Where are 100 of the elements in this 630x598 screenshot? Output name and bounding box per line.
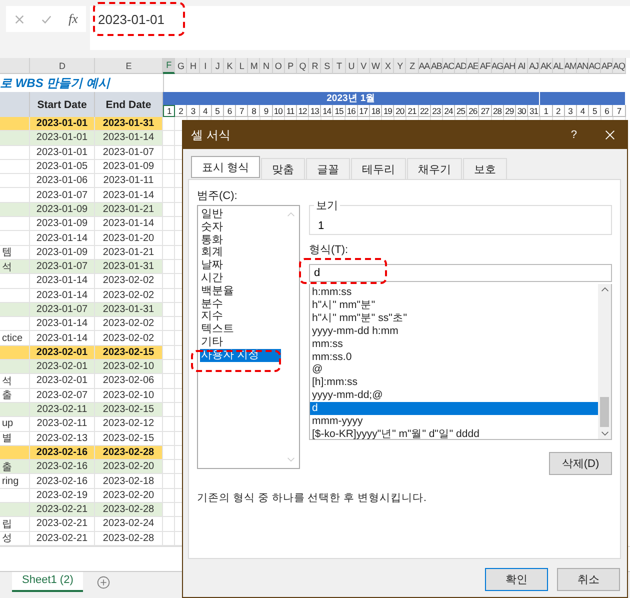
day-cell: 22 xyxy=(418,105,431,117)
column-header[interactable]: AI xyxy=(516,58,528,74)
check-icon[interactable] xyxy=(41,14,52,24)
list-item[interactable]: h"시" mm"분" ss"초" xyxy=(310,312,598,325)
column-header[interactable]: R xyxy=(309,58,322,74)
list-item[interactable]: mm:ss.0 xyxy=(310,350,598,364)
list-item[interactable]: yyyy-mm-dd;@ xyxy=(310,389,598,402)
column-header[interactable]: N xyxy=(260,58,273,74)
column-header[interactable]: Y xyxy=(394,58,406,74)
scroll-down-icon[interactable] xyxy=(600,431,608,436)
cancel-icon[interactable] xyxy=(14,14,26,24)
column-header[interactable]: G xyxy=(175,58,188,74)
list-item[interactable]: mm:ss xyxy=(310,338,598,351)
column-header[interactable]: AB xyxy=(430,58,443,74)
day-cell: 23 xyxy=(430,105,443,117)
insert-function-button[interactable]: fx xyxy=(68,11,78,27)
tab[interactable]: 표시 형식 xyxy=(191,156,260,178)
day-cell: 31 xyxy=(528,105,540,117)
month-header: 2023년 1월 xyxy=(163,92,540,105)
scroll-up-icon[interactable] xyxy=(600,287,608,292)
column-header[interactable]: Q xyxy=(296,58,310,74)
column-header[interactable]: AL xyxy=(552,58,565,74)
list-item[interactable]: 회계 xyxy=(200,246,281,260)
list-item[interactable]: 시간 xyxy=(200,272,281,285)
add-sheet-icon[interactable] xyxy=(97,576,110,589)
list-item[interactable]: h"시" mm"분" xyxy=(310,298,598,312)
column-header[interactable] xyxy=(0,58,30,74)
formula-input[interactable]: 2023-01-01 xyxy=(90,6,630,50)
column-header[interactable]: L xyxy=(236,58,248,74)
format-input[interactable]: d xyxy=(309,264,612,282)
column-header[interactable]: AO xyxy=(589,58,602,74)
table-cell: 2023-02-28 xyxy=(95,503,163,518)
column-header[interactable]: K xyxy=(224,58,236,74)
column-header[interactable]: U xyxy=(346,58,358,74)
tab[interactable]: 채우기 xyxy=(407,158,462,179)
column-header[interactable]: F xyxy=(163,58,176,74)
day-cell: 14 xyxy=(321,105,334,117)
list-item[interactable]: 일반 xyxy=(200,208,281,221)
column-header[interactable]: O xyxy=(272,58,285,74)
tab[interactable]: 테두리 xyxy=(351,158,406,179)
list-item[interactable]: @ xyxy=(310,363,598,376)
list-item[interactable]: 날짜 xyxy=(200,259,281,272)
table-cell: ctice xyxy=(0,331,30,346)
table-cell: 2023-02-12 xyxy=(95,417,163,432)
list-item[interactable]: yyyy-mm-dd h:mm xyxy=(310,324,598,338)
column-header[interactable]: AC xyxy=(442,58,456,74)
list-item[interactable]: [$-ko-KR]yyyy"년" m"월" d"일" dddd xyxy=(310,428,598,441)
list-item[interactable]: mmm-yyyy xyxy=(310,415,598,428)
column-header[interactable]: M xyxy=(248,58,260,74)
column-header[interactable]: S xyxy=(321,58,334,74)
delete-button[interactable]: 삭제(D) xyxy=(549,452,612,475)
column-header[interactable]: D xyxy=(30,58,95,74)
column-header[interactable]: AA xyxy=(418,58,431,74)
tab[interactable]: 맞춤 xyxy=(261,158,306,179)
column-header[interactable]: V xyxy=(358,58,370,74)
tab[interactable]: 보호 xyxy=(463,158,508,179)
column-header[interactable]: AF xyxy=(479,58,492,74)
scrollbar[interactable] xyxy=(598,284,611,439)
column-header[interactable]: AJ xyxy=(528,58,540,74)
sheet-tab[interactable]: Sheet1 (2) xyxy=(12,572,84,592)
table-cell: 2023-02-15 xyxy=(95,402,163,418)
list-item[interactable]: 통화 xyxy=(200,234,281,246)
list-item[interactable]: [h]:mm:ss xyxy=(310,376,598,390)
column-header[interactable]: W xyxy=(370,58,382,74)
column-header[interactable]: AP xyxy=(601,58,614,74)
column-header[interactable]: AG xyxy=(492,58,504,74)
column-header[interactable]: Z xyxy=(406,58,419,74)
tab[interactable]: 글꼴 xyxy=(306,158,350,179)
list-item[interactable]: h:mm:ss xyxy=(310,286,598,299)
table-cell: 2023-01-07 xyxy=(30,260,95,274)
help-button[interactable]: ? xyxy=(570,129,577,141)
list-item[interactable]: 분수 xyxy=(200,298,281,310)
scroll-thumb[interactable] xyxy=(600,397,609,427)
column-header[interactable]: AN xyxy=(576,58,590,74)
column-header[interactable]: AE xyxy=(467,58,480,74)
list-item[interactable]: 텍스트 xyxy=(200,323,281,336)
table-cell xyxy=(0,231,30,246)
column-header[interactable]: AQ xyxy=(613,58,626,74)
column-header[interactable]: X xyxy=(382,58,394,74)
column-header[interactable]: AH xyxy=(504,58,516,74)
list-item[interactable]: 지수 xyxy=(200,310,281,324)
list-item[interactable]: 기타 xyxy=(200,336,281,349)
day-cell: 7 xyxy=(236,105,248,117)
column-header[interactable]: J xyxy=(212,58,224,74)
close-icon[interactable] xyxy=(605,130,615,140)
list-item[interactable]: 백분율 xyxy=(200,284,281,298)
preview-value: 1 xyxy=(318,220,324,232)
column-header[interactable]: H xyxy=(187,58,200,74)
column-header[interactable]: AD xyxy=(455,58,468,74)
list-item[interactable]: d xyxy=(310,402,598,416)
dialog-button[interactable]: 확인 xyxy=(485,568,548,591)
list-item[interactable]: 숫자 xyxy=(200,220,281,234)
table-cell: 2023-02-16 xyxy=(30,460,95,474)
column-header[interactable]: P xyxy=(284,58,297,74)
column-header[interactable]: E xyxy=(95,58,163,74)
column-header[interactable]: AK xyxy=(540,58,552,74)
column-header[interactable]: T xyxy=(333,58,346,74)
day-cell: 4 xyxy=(200,105,212,117)
dialog-button[interactable]: 취소 xyxy=(557,568,620,591)
column-header[interactable]: I xyxy=(200,58,212,74)
